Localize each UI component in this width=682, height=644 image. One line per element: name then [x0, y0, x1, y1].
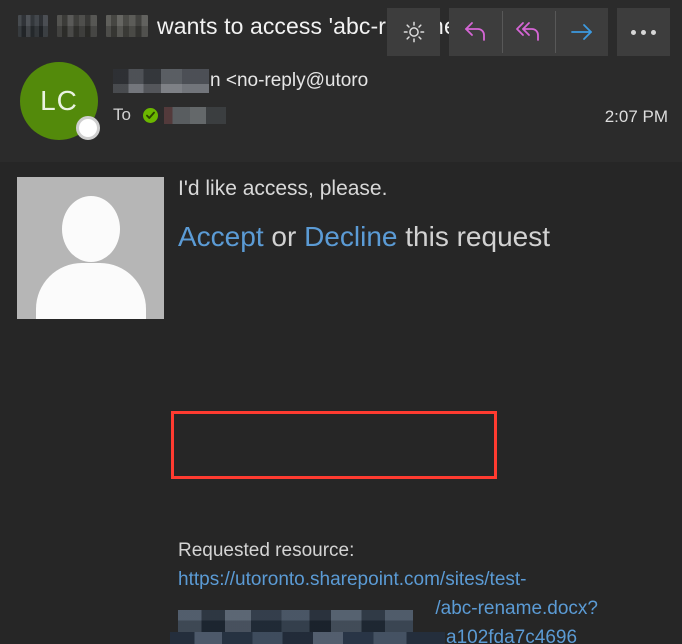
- redacted-url-segment-1: [178, 609, 413, 632]
- brightness-group: [387, 8, 440, 56]
- brightness-button[interactable]: [387, 8, 440, 56]
- person-body-shape: [35, 263, 146, 319]
- or-text: or: [263, 221, 305, 253]
- redacted-sender-block-2: [57, 15, 97, 37]
- redacted-url-segment-2: [170, 631, 445, 644]
- reply-actions-group: [449, 8, 608, 56]
- verified-check-icon: [142, 107, 158, 123]
- requested-resource-url[interactable]: https://utoronto.sharepoint.com/sites/te…: [170, 566, 678, 644]
- more-actions-icon: [631, 29, 656, 35]
- requested-resource-label: Requested resource:: [178, 540, 355, 561]
- forward-icon: [568, 20, 596, 44]
- body-content: I'd like access, please. Accept or Decli…: [178, 174, 674, 257]
- request-message: I'd like access, please.: [178, 177, 388, 200]
- forward-button[interactable]: [555, 8, 608, 56]
- reply-button[interactable]: [449, 8, 502, 56]
- redacted-sender-block-1: [18, 15, 48, 37]
- to-label: To: [113, 105, 131, 124]
- person-placeholder-image: [17, 177, 164, 319]
- decline-link[interactable]: Decline: [304, 221, 397, 252]
- message-timestamp: 2:07 PM: [604, 107, 668, 126]
- avatar[interactable]: LC: [20, 62, 100, 140]
- message-toolbar: [378, 8, 670, 56]
- redacted-recipient: [163, 106, 226, 124]
- mail-reading-pane: wants to access 'abc-rename' LC n <no-re…: [0, 0, 682, 644]
- message-body: I'd like access, please. Accept or Decli…: [0, 162, 682, 644]
- accept-decline-sentence: Accept or Decline this request: [178, 217, 578, 256]
- request-details: Requested resource: https://utoronto.sha…: [170, 537, 678, 644]
- trailing-text: this request: [397, 221, 550, 253]
- highlight-box: [171, 411, 497, 479]
- reply-all-button[interactable]: [502, 8, 555, 56]
- sender-email: n <no-reply@utoro: [210, 70, 369, 91]
- brightness-icon: [402, 20, 426, 44]
- accept-link[interactable]: Accept: [178, 221, 264, 252]
- more-actions-group: [617, 8, 670, 56]
- person-head-shape: [61, 196, 120, 262]
- sender-area: LC n <no-reply@utoro To 2:07 PM: [0, 52, 682, 162]
- sender-lines: n <no-reply@utoro To: [113, 68, 368, 127]
- redacted-sender-block-3: [106, 15, 148, 37]
- recipient-row: To: [113, 103, 368, 127]
- more-actions-button[interactable]: [617, 8, 670, 56]
- url-line-1: https://utoronto.sharepoint.com/sites/te…: [178, 568, 527, 590]
- sender-row[interactable]: n <no-reply@utoro: [113, 68, 368, 94]
- message-header: wants to access 'abc-rename' LC n <no-re…: [0, 0, 682, 162]
- reply-icon: [462, 19, 490, 45]
- presence-badge-icon: [76, 116, 100, 140]
- reply-all-icon: [514, 19, 544, 45]
- redacted-sender-name: [113, 69, 209, 93]
